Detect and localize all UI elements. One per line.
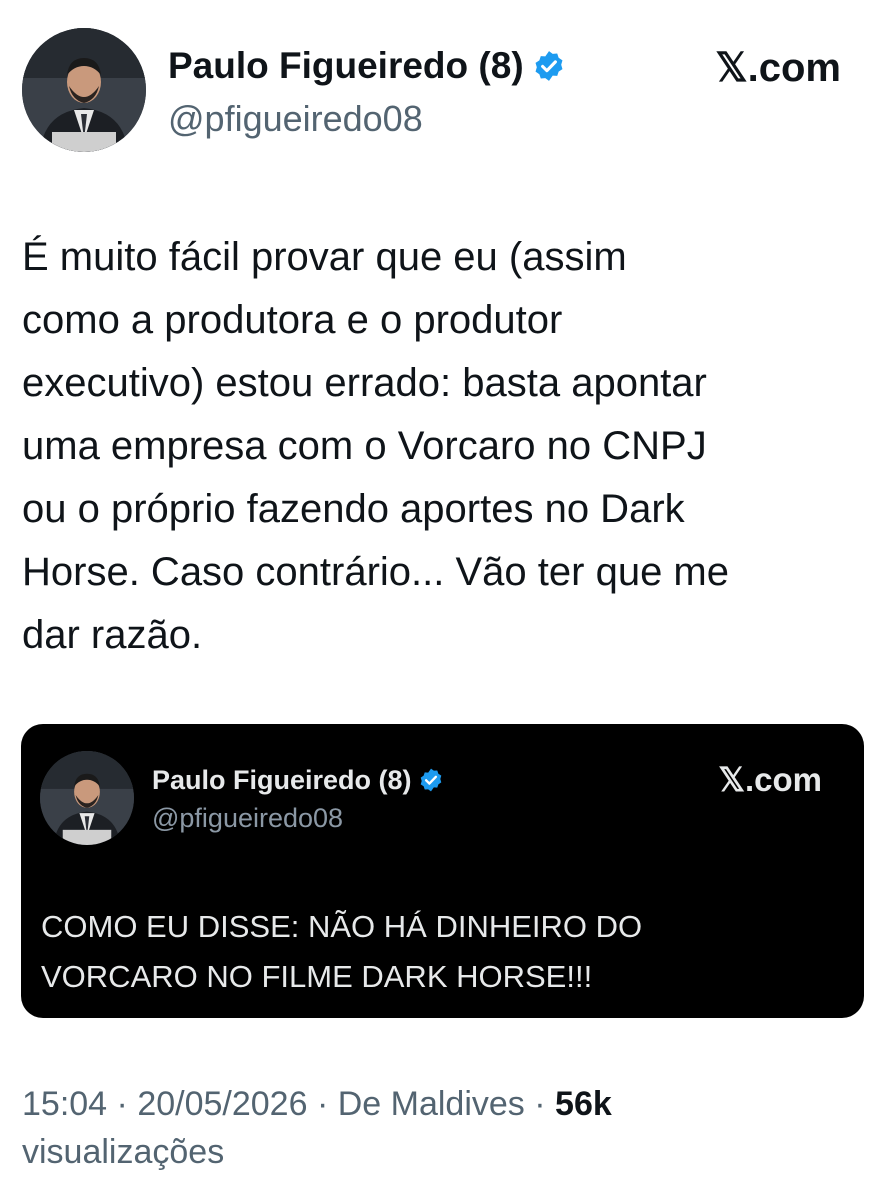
author-avatar[interactable] [22,28,146,152]
tweet-time[interactable]: 15:04 [22,1085,107,1123]
tweet-text-line: dar razão. [22,613,203,657]
avatar-photo [22,28,146,152]
author-handle[interactable]: @pfigueiredo08 [168,97,423,141]
author-name-text[interactable]: Paulo Figueiredo (8) [168,44,524,88]
tweet-text-line: É muito fácil provar que eu (assim [22,235,627,279]
quoted-author-name-text: Paulo Figueiredo (8) [152,765,412,795]
views-label[interactable]: visualizações [22,1133,224,1171]
tweet-text-line: Horse. Caso contrário... Vão ter que me [22,550,729,594]
tweet-text-line: uma empresa com o Vorcaro no CNPJ [22,424,707,468]
tweet-date[interactable]: 20/05/2026 [137,1085,307,1123]
quoted-tweet-card[interactable]: Paulo Figueiredo (8) @pfigueiredo08 𝕏.co… [21,724,864,1018]
quoted-avatar-photo [40,751,134,845]
tweet-location: De Maldives [337,1085,525,1123]
author-name[interactable]: Paulo Figueiredo (8) [168,44,566,88]
tweet-meta: 15:04 · 20/05/2026 · De Maldives · 56k v… [22,1080,862,1176]
quoted-verified-badge-icon [418,767,444,793]
quoted-author-name: Paulo Figueiredo (8) [152,764,444,796]
tweet-text-line: ou o próprio fazendo aportes no Dark [22,487,685,531]
verified-badge-icon [532,49,566,83]
quoted-author-avatar [40,751,134,845]
quoted-text-line: VORCARO NO FILME DARK HORSE!!! [41,959,593,994]
quoted-tweet-text: COMO EU DISSE: NÃO HÁ DINHEIRO DO VORCAR… [41,902,841,1002]
meta-separator: · [316,1085,338,1123]
tweet-text: É muito fácil provar que eu (assim como … [22,226,862,667]
views-count[interactable]: 56k [555,1085,612,1123]
quoted-x-logo-icon: 𝕏.com [718,761,822,798]
quoted-author-handle: @pfigueiredo08 [152,803,344,833]
meta-separator: · [116,1085,138,1123]
tweet-text-line: como a produtora e o produtor [22,298,563,342]
tweet-text-line: executivo) estou errado: basta apontar [22,361,707,405]
meta-separator: · [534,1085,556,1123]
quoted-text-line: COMO EU DISSE: NÃO HÁ DINHEIRO DO [41,909,643,944]
x-logo-icon: 𝕏.com [715,46,841,90]
